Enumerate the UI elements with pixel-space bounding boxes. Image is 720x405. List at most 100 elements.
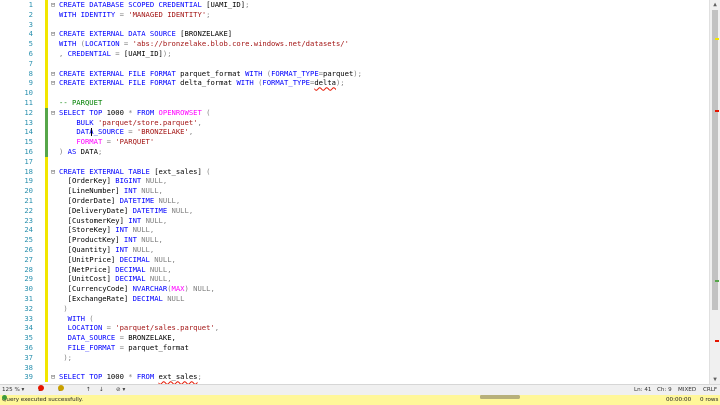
fold-toggle-icon[interactable]: ⊟ bbox=[49, 79, 57, 87]
fold-toggle-icon[interactable]: ⊟ bbox=[49, 373, 57, 381]
code-line[interactable]: 33 WITH ( bbox=[0, 313, 710, 324]
code-token: [CurrencyCode] bbox=[59, 284, 133, 294]
code-line[interactable]: 24 [StoreKey] INT NULL, bbox=[0, 225, 710, 236]
code-text: CREATE EXTERNAL TABLE [ext_sales] ( bbox=[59, 167, 210, 177]
fold-toggle-icon[interactable]: ⊟ bbox=[49, 30, 57, 38]
code-line[interactable]: 22 [DeliveryDate] DATETIME NULL, bbox=[0, 205, 710, 216]
error-icon bbox=[38, 385, 44, 391]
code-line[interactable]: 6, CREDENTIAL = [UAMI_ID]); bbox=[0, 49, 710, 59]
change-indicator bbox=[45, 362, 48, 373]
code-token: DATETIME bbox=[132, 205, 172, 215]
line-number: 21 bbox=[24, 196, 33, 205]
change-indicator bbox=[45, 352, 48, 363]
code-line[interactable]: 15 FORMAT = 'PARQUET' bbox=[0, 137, 710, 147]
code-line[interactable]: 23 [CustomerKey] INT NULL, bbox=[0, 215, 710, 226]
code-token: 'BRONZELAKE' bbox=[136, 127, 189, 137]
code-token: ( bbox=[206, 166, 211, 176]
code-line[interactable]: 13 BULK 'parquet/store.parquet', bbox=[0, 117, 710, 128]
code-line[interactable]: 34 LOCATION = 'parquet/sales.parquet', bbox=[0, 323, 710, 334]
code-token: NULL, bbox=[149, 264, 172, 274]
code-text: , CREDENTIAL = [UAMI_ID]); bbox=[59, 49, 172, 59]
code-line[interactable]: 28 [NetPrice] DECIMAL NULL, bbox=[0, 264, 710, 275]
fold-toggle-icon[interactable]: ⊟ bbox=[49, 70, 57, 78]
code-line[interactable]: 7 bbox=[0, 58, 710, 69]
code-line[interactable]: 37 ); bbox=[0, 352, 710, 363]
scrollbar-thumb[interactable] bbox=[712, 10, 718, 310]
code-token: [ext_sales] bbox=[154, 166, 207, 176]
previous-issue-arrow-icon[interactable]: ↑ bbox=[86, 385, 91, 395]
code-token: NULL, bbox=[145, 176, 168, 186]
code-token: WITH bbox=[59, 39, 81, 49]
fold-toggle-icon[interactable]: ⊟ bbox=[49, 109, 57, 117]
change-indicator bbox=[45, 205, 48, 216]
line-number: 22 bbox=[24, 205, 33, 215]
scroll-down-arrow-icon[interactable]: ▼ bbox=[710, 375, 720, 384]
code-text: FORMAT = 'PARQUET' bbox=[59, 137, 154, 147]
code-line[interactable]: 25 [ProductKey] INT NULL, bbox=[0, 235, 710, 245]
code-token: NULL, bbox=[158, 196, 181, 205]
code-line[interactable]: 5 WITH (LOCATION = 'abs://bronzelake.blob… bbox=[0, 39, 710, 49]
code-line[interactable]: 31 [ExchangeRate] DECIMAL NULL bbox=[0, 294, 710, 304]
code-token: [OrderDate] bbox=[59, 196, 120, 205]
change-indicator bbox=[45, 156, 48, 167]
fold-toggle-icon[interactable]: ⊟ bbox=[49, 168, 57, 176]
change-indicator bbox=[45, 215, 48, 226]
warning-count[interactable]: 0 bbox=[58, 385, 64, 395]
code-line[interactable]: 20 [LineNumber] INT NULL, bbox=[0, 186, 710, 196]
line-number: 34 bbox=[24, 323, 33, 333]
change-indicator bbox=[45, 343, 48, 353]
fold-toggle-icon[interactable]: ⊟ bbox=[49, 1, 57, 9]
code-line[interactable]: 21 [OrderDate] DATETIME NULL, bbox=[0, 196, 710, 206]
vertical-scrollbar[interactable]: ▲ ▼ bbox=[709, 0, 720, 384]
code-token: NULL, bbox=[132, 245, 155, 254]
code-line[interactable]: 27 [UnitPrice] DECIMAL NULL, bbox=[0, 254, 710, 265]
code-line[interactable]: 38 bbox=[0, 362, 710, 373]
line-ending[interactable]: CRLF bbox=[703, 385, 717, 395]
code-token: = bbox=[119, 333, 129, 343]
line-number: 37 bbox=[24, 352, 33, 362]
code-line[interactable]: 39 ⊟ SELECT TOP 1000 * FROM ext_sales; bbox=[0, 372, 710, 383]
elapsed-time: 00:00:00 bbox=[666, 397, 692, 403]
code-line[interactable]: 35 DATA_SOURCE = BRONZELAKE, bbox=[0, 333, 710, 343]
next-issue-arrow-icon[interactable]: ↓ bbox=[99, 385, 104, 395]
code-token: ); bbox=[353, 68, 362, 78]
code-line[interactable]: 4 ⊟ CREATE EXTERNAL DATA SOURCE [BRONZELAK… bbox=[0, 29, 710, 40]
code-line[interactable]: 12 ⊟ SELECT TOP 1000 * FROM OPENROWSET ( bbox=[0, 107, 710, 118]
code-line[interactable]: 10 bbox=[0, 88, 710, 98]
code-token: FORMAT bbox=[76, 137, 107, 147]
code-line[interactable]: 29 [UnitCost] DECIMAL NULL, bbox=[0, 274, 710, 285]
line-number: 32 bbox=[24, 303, 33, 313]
code-line[interactable]: 26 [Quantity] INT NULL, bbox=[0, 245, 710, 255]
code-text: ) bbox=[59, 304, 67, 314]
code-token: -- PARQUET bbox=[59, 98, 103, 107]
filter-dropdown[interactable]: ⊘ ▾ bbox=[116, 385, 125, 395]
code-line[interactable]: 3 bbox=[0, 19, 710, 30]
change-indicator bbox=[45, 264, 48, 275]
code-line[interactable]: 18 ⊟ CREATE EXTERNAL TABLE [ext_sales] ( bbox=[0, 166, 710, 177]
code-line[interactable]: 8 ⊟ CREATE EXTERNAL FILE FORMAT parquet_fo… bbox=[0, 68, 710, 79]
whitespace-mode[interactable]: MIXED bbox=[678, 385, 696, 395]
code-line[interactable]: 9 ⊟ CREATE EXTERNAL FILE FORMAT delta_form… bbox=[0, 78, 710, 89]
change-indicator bbox=[45, 117, 48, 128]
code-line[interactable]: 19 [OrderKey] BIGINT NULL, bbox=[0, 176, 710, 187]
line-number: 16 bbox=[24, 147, 33, 156]
code-token: 'abs://bronzelake.blob.core.windows.net/… bbox=[132, 39, 349, 49]
code-line[interactable]: 16) AS DATA; bbox=[0, 147, 710, 157]
code-line[interactable]: 1 ⊟ CREATE DATABASE SCOPED CREDENTIAL [UAM… bbox=[0, 0, 710, 10]
code-line[interactable]: 32 ) bbox=[0, 303, 710, 314]
code-line[interactable]: 11 -- PARQUET bbox=[0, 98, 710, 108]
sql-editor[interactable]: 1 ⊟ CREATE DATABASE SCOPED CREDENTIAL [UAM… bbox=[0, 0, 710, 384]
code-line[interactable]: 36 FILE_FORMAT = parquet_format bbox=[0, 343, 710, 353]
code-line[interactable]: 30 [CurrencyCode] NVARCHAR(MAX) NULL, bbox=[0, 284, 710, 294]
code-token: FROM bbox=[136, 372, 159, 382]
scroll-up-arrow-icon[interactable]: ▲ bbox=[710, 0, 720, 9]
line-number: 10 bbox=[24, 88, 33, 98]
code-line[interactable]: 17 bbox=[0, 156, 710, 167]
code-line[interactable]: 2 WITH IDENTITY = 'MANAGED IDENTITY'; bbox=[0, 9, 710, 20]
code-line[interactable]: 14 DATA_SOURCE = 'BRONZELAKE', bbox=[0, 127, 710, 138]
error-count[interactable]: 3 bbox=[38, 385, 44, 395]
code-token: BIGINT bbox=[115, 176, 146, 186]
zoom-dropdown[interactable]: 125 % ▾ bbox=[2, 385, 24, 395]
code-token: 1000 bbox=[106, 107, 129, 117]
